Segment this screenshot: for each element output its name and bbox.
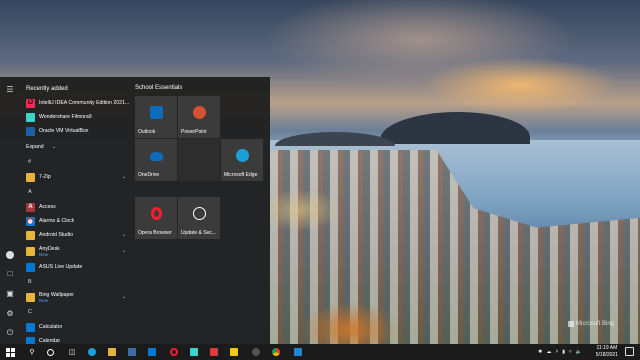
- tile-powerpoint[interactable]: PowerPoint: [178, 96, 220, 138]
- tiles-panel: School Essentials Outlook PowerPoint One…: [130, 77, 270, 344]
- chrome-icon[interactable]: [270, 346, 282, 358]
- tile-microsoft-edge[interactable]: Microsoft Edge: [221, 139, 263, 181]
- folder-icon: [26, 292, 35, 302]
- notification-center-icon[interactable]: [625, 347, 634, 356]
- chevron-down-icon: ⌄: [121, 174, 126, 180]
- recently-added-heading: Recently added: [26, 86, 68, 92]
- vscode-icon[interactable]: [292, 346, 304, 358]
- bing-logo-icon: [568, 321, 574, 327]
- tile-opera-browser[interactable]: Opera Browser: [135, 197, 177, 239]
- wifi-icon[interactable]: ≈: [569, 349, 572, 355]
- cortana-icon[interactable]: [44, 346, 56, 358]
- clock-time: 11:19 AM: [596, 345, 618, 351]
- task-view-icon[interactable]: ◫: [66, 346, 78, 358]
- app-item-alarms-clock[interactable]: ⏰ Alarms & Clock: [26, 215, 130, 227]
- onedrive-icon: [150, 152, 163, 161]
- edge-icon[interactable]: [86, 346, 98, 358]
- tile-onedrive[interactable]: OneDrive: [135, 139, 177, 181]
- chevron-down-icon: ⌄: [52, 144, 57, 150]
- app-item-calculator[interactable]: Calculator: [26, 321, 130, 333]
- app-item-intellij[interactable]: IJ IntelliJ IDEA Community Edition 2021.…: [26, 97, 130, 109]
- taskbar: ⚲ ◫ ✱ ☁ ˄ ▮ ≈ 🔈 11:19 AM 5/18/2021: [0, 344, 640, 360]
- letter-header-c[interactable]: C: [28, 309, 32, 315]
- folder-icon: [26, 230, 35, 240]
- opera-icon: [151, 207, 162, 220]
- battery-icon[interactable]: ▮: [562, 349, 565, 355]
- app-item-android-studio[interactable]: Android Studio ⌄: [26, 229, 130, 241]
- calendar-icon: [26, 336, 35, 344]
- asus-icon: [26, 262, 35, 272]
- app-item-filmora[interactable]: Wondershare Filmora9: [26, 111, 130, 123]
- store-icon[interactable]: [126, 346, 138, 358]
- opera-icon[interactable]: [168, 346, 180, 358]
- edge-icon: [236, 149, 249, 162]
- tiles-group-title: School Essentials: [135, 85, 183, 91]
- user-avatar-icon[interactable]: [4, 249, 16, 261]
- app-item-virtualbox[interactable]: Oracle VM VirtualBox: [26, 125, 130, 137]
- start-menu: ☰ □ ▣ ⚙ ⏻ Recently added IJ IntelliJ IDE…: [0, 77, 270, 344]
- hamburger-menu-icon[interactable]: ☰: [4, 83, 16, 95]
- app-item-bing-wallpaper[interactable]: Bing Wallpaper New ⌄: [26, 289, 130, 305]
- taskbar-clock[interactable]: 11:19 AM 5/18/2021: [596, 345, 618, 359]
- pictures-icon[interactable]: ▣: [4, 287, 16, 299]
- bing-watermark-text: Microsoft Bing: [576, 321, 615, 327]
- access-icon: A: [26, 202, 35, 212]
- start-button[interactable]: [4, 346, 16, 358]
- paint-icon[interactable]: [228, 346, 240, 358]
- tile-update-security[interactable]: Update & Sec...: [178, 197, 220, 239]
- settings-gear-icon[interactable]: ⚙: [4, 307, 16, 319]
- folder-icon: [26, 172, 35, 182]
- bluetooth-icon[interactable]: ✱: [538, 349, 542, 355]
- settings-icon[interactable]: [250, 346, 262, 358]
- search-icon[interactable]: ⚲: [26, 346, 38, 358]
- documents-icon[interactable]: □: [4, 267, 16, 279]
- filmora-icon[interactable]: [188, 346, 200, 358]
- media-icon[interactable]: [208, 346, 220, 358]
- clock-date: 5/18/2021: [595, 352, 618, 358]
- app-list: Recently added IJ IntelliJ IDEA Communit…: [20, 77, 130, 344]
- mail-icon[interactable]: [146, 346, 158, 358]
- virtualbox-icon: [26, 126, 35, 136]
- calculator-icon: [26, 322, 35, 332]
- folder-icon: [26, 246, 35, 256]
- letter-header-hash[interactable]: #: [28, 159, 31, 165]
- chevron-down-icon: ⌄: [121, 232, 126, 238]
- app-item-access[interactable]: A Access: [26, 201, 130, 213]
- filmora-icon: [26, 112, 35, 122]
- onedrive-tray-icon[interactable]: ☁: [546, 349, 551, 355]
- app-item-anydesk[interactable]: AnyDesk New ⌄: [26, 243, 130, 259]
- wallpaper-island-far: [275, 132, 395, 146]
- start-left-rail: ☰ □ ▣ ⚙ ⏻: [0, 77, 20, 344]
- wallpaper-island: [380, 112, 530, 144]
- powerpoint-icon: [193, 106, 206, 119]
- letter-header-a[interactable]: A: [28, 189, 32, 195]
- intellij-icon: IJ: [26, 98, 35, 108]
- letter-header-b[interactable]: B: [28, 279, 32, 285]
- app-item-asus-live-update[interactable]: ASUS Live Update: [26, 261, 130, 273]
- file-explorer-icon[interactable]: [106, 346, 118, 358]
- tile-outlook[interactable]: Outlook: [135, 96, 177, 138]
- tile-empty: [178, 139, 220, 181]
- chevron-down-icon: ⌄: [121, 294, 126, 300]
- alarm-icon: ⏰: [26, 216, 35, 226]
- update-icon: [193, 207, 206, 220]
- volume-icon[interactable]: 🔈: [576, 349, 582, 355]
- show-hidden-icons-icon[interactable]: ˄: [555, 349, 558, 355]
- outlook-icon: [150, 106, 163, 119]
- power-icon[interactable]: ⏻: [4, 327, 16, 339]
- app-item-calendar[interactable]: Calendar: [26, 335, 130, 344]
- app-item-7zip[interactable]: 7-Zip ⌄: [26, 171, 130, 183]
- expand-button[interactable]: Expand ⌄: [26, 141, 130, 153]
- chevron-down-icon: ⌄: [121, 248, 126, 254]
- bing-watermark: Microsoft Bing: [568, 321, 614, 327]
